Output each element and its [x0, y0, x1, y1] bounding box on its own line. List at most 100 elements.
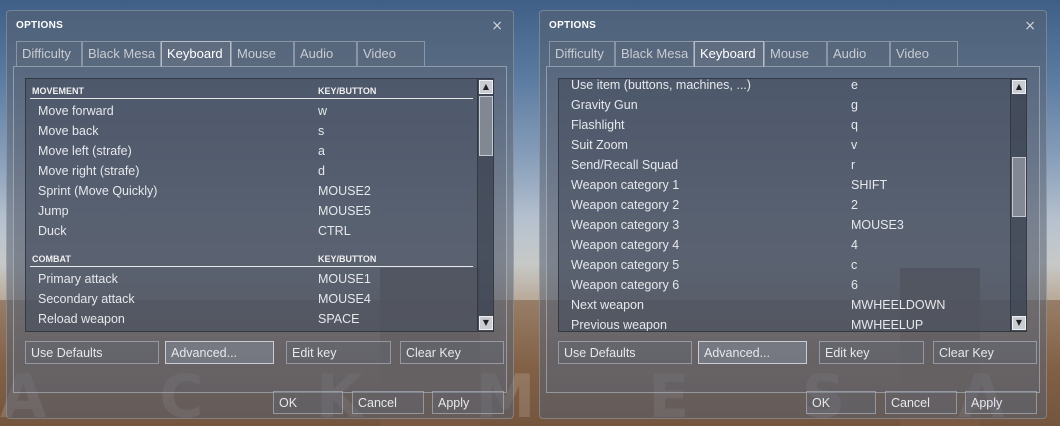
- tab-mouse[interactable]: Mouse: [764, 41, 827, 66]
- key-label: 6: [851, 278, 858, 292]
- binding-row[interactable]: Move left (strafe) a: [26, 141, 477, 161]
- close-icon[interactable]: ×: [1024, 18, 1036, 34]
- scrollbar[interactable]: ▲ ▼: [477, 79, 493, 331]
- binding-row[interactable]: Jump MOUSE5: [26, 201, 477, 221]
- binding-row[interactable]: Reload weapon SPACE: [26, 309, 477, 329]
- key-label: d: [318, 164, 325, 178]
- scrollbar-thumb[interactable]: [1012, 157, 1026, 217]
- clear-key-button[interactable]: Clear Key: [400, 341, 504, 364]
- binding-row[interactable]: Secondary attack MOUSE4: [26, 289, 477, 309]
- tab-black-mesa[interactable]: Black Mesa: [615, 41, 694, 66]
- key-label: SHIFT: [851, 178, 888, 192]
- tab-difficulty[interactable]: Difficulty: [16, 41, 82, 66]
- action-label: Flashlight: [571, 118, 625, 132]
- binding-row[interactable]: Weapon category 5 c: [559, 255, 1010, 275]
- clear-key-button[interactable]: Clear Key: [933, 341, 1037, 364]
- tab-keyboard[interactable]: Keyboard: [161, 41, 231, 67]
- key-label: MOUSE4: [318, 292, 371, 306]
- close-icon[interactable]: ×: [491, 18, 503, 34]
- action-label: Weapon category 6: [571, 278, 680, 292]
- key-label: e: [851, 78, 858, 92]
- binding-row[interactable]: Duck CTRL: [26, 221, 477, 241]
- scroll-up-icon[interactable]: ▲: [479, 80, 493, 94]
- key-label: MOUSE3: [851, 218, 904, 232]
- section-header: MOVEMENT KEY/BUTTON: [30, 79, 473, 99]
- scroll-up-icon[interactable]: ▲: [1012, 80, 1026, 94]
- action-label: Send/Recall Squad: [571, 158, 679, 172]
- key-label: MOUSE1: [318, 272, 371, 286]
- scroll-down-icon[interactable]: ▼: [1012, 316, 1026, 330]
- apply-button[interactable]: Apply: [965, 391, 1037, 414]
- section-header: COMBAT KEY/BUTTON: [30, 247, 473, 267]
- tab-audio[interactable]: Audio: [294, 41, 357, 66]
- action-label: Suit Zoom: [571, 138, 628, 152]
- ok-button[interactable]: OK: [273, 391, 343, 414]
- binding-row[interactable]: Weapon category 6 6: [559, 275, 1010, 295]
- key-label: 4: [851, 238, 858, 252]
- binding-row[interactable]: Weapon category 1 SHIFT: [559, 175, 1010, 195]
- binding-row[interactable]: Use item (buttons, machines, ...) e: [559, 78, 1010, 95]
- scroll-down-icon[interactable]: ▼: [479, 316, 493, 330]
- action-label: Move back: [38, 124, 99, 138]
- action-label: Weapon category 2: [571, 198, 680, 212]
- action-label: Weapon category 5: [571, 258, 680, 272]
- binding-row[interactable]: Suit Zoom v: [559, 135, 1010, 155]
- key-bindings-list[interactable]: MOVEMENT KEY/BUTTON Move forward w Move b…: [25, 78, 494, 332]
- action-label: Previous weapon: [571, 318, 667, 332]
- tab-video[interactable]: Video: [890, 41, 958, 66]
- key-label: g: [851, 98, 858, 112]
- tab-keyboard[interactable]: Keyboard: [694, 41, 764, 67]
- ok-button[interactable]: OK: [806, 391, 876, 414]
- apply-button[interactable]: Apply: [432, 391, 504, 414]
- tab-mouse[interactable]: Mouse: [231, 41, 294, 66]
- key-label: 2: [851, 198, 858, 212]
- key-label: v: [851, 138, 858, 152]
- binding-row[interactable]: Next weapon MWHEELDOWN: [559, 295, 1010, 315]
- binding-row[interactable]: Weapon category 4 4: [559, 235, 1010, 255]
- tab-audio[interactable]: Audio: [827, 41, 890, 66]
- key-label: s: [318, 124, 325, 138]
- action-label: Primary attack: [38, 272, 118, 286]
- binding-row[interactable]: Previous weapon MWHEELUP: [559, 315, 1010, 332]
- use-defaults-button[interactable]: Use Defaults: [25, 341, 159, 364]
- key-label: q: [851, 118, 858, 132]
- action-label: Next weapon: [571, 298, 644, 312]
- binding-row[interactable]: Move right (strafe) d: [26, 161, 477, 181]
- key-bindings-list[interactable]: Use item (buttons, machines, ...) e Gravi…: [558, 78, 1027, 332]
- advanced-button[interactable]: Advanced...: [165, 341, 274, 364]
- edit-key-button[interactable]: Edit key: [286, 341, 391, 364]
- action-label: Use item (buttons, machines, ...): [571, 78, 751, 92]
- advanced-button[interactable]: Advanced...: [698, 341, 807, 364]
- binding-row[interactable]: Send/Recall Squad r: [559, 155, 1010, 175]
- edit-key-button[interactable]: Edit key: [819, 341, 924, 364]
- section-title: COMBAT: [32, 254, 71, 264]
- scrollbar[interactable]: ▲ ▼: [1010, 79, 1026, 331]
- binding-row[interactable]: Move back s: [26, 121, 477, 141]
- section-title: MOVEMENT: [32, 86, 85, 96]
- key-label: a: [318, 144, 325, 158]
- key-label: MOUSE5: [318, 204, 371, 218]
- key-label: CTRL: [318, 224, 351, 238]
- action-label: Move left (strafe): [38, 144, 132, 158]
- binding-row[interactable]: Flashlight q: [559, 115, 1010, 135]
- key-column-header: KEY/BUTTON: [318, 254, 377, 264]
- cancel-button[interactable]: Cancel: [352, 391, 424, 414]
- action-label: Secondary attack: [38, 292, 135, 306]
- binding-row[interactable]: Weapon category 2 2: [559, 195, 1010, 215]
- tab-black-mesa[interactable]: Black Mesa: [82, 41, 161, 66]
- binding-row[interactable]: Gravity Gun g: [559, 95, 1010, 115]
- key-label: MOUSE2: [318, 184, 371, 198]
- binding-row[interactable]: Sprint (Move Quickly) MOUSE2: [26, 181, 477, 201]
- action-label: Weapon category 4: [571, 238, 680, 252]
- binding-row[interactable]: Weapon category 3 MOUSE3: [559, 215, 1010, 235]
- cancel-button[interactable]: Cancel: [885, 391, 957, 414]
- use-defaults-button[interactable]: Use Defaults: [558, 341, 692, 364]
- tab-video[interactable]: Video: [357, 41, 425, 66]
- binding-row[interactable]: Primary attack MOUSE1: [26, 269, 477, 289]
- action-label: Reload weapon: [38, 312, 125, 326]
- binding-row[interactable]: Move forward w: [26, 101, 477, 121]
- tab-difficulty[interactable]: Difficulty: [549, 41, 615, 66]
- scrollbar-thumb[interactable]: [479, 96, 493, 156]
- key-label: r: [851, 158, 856, 172]
- keyboard-panel: Use item (buttons, machines, ...) e Gravi…: [546, 66, 1040, 393]
